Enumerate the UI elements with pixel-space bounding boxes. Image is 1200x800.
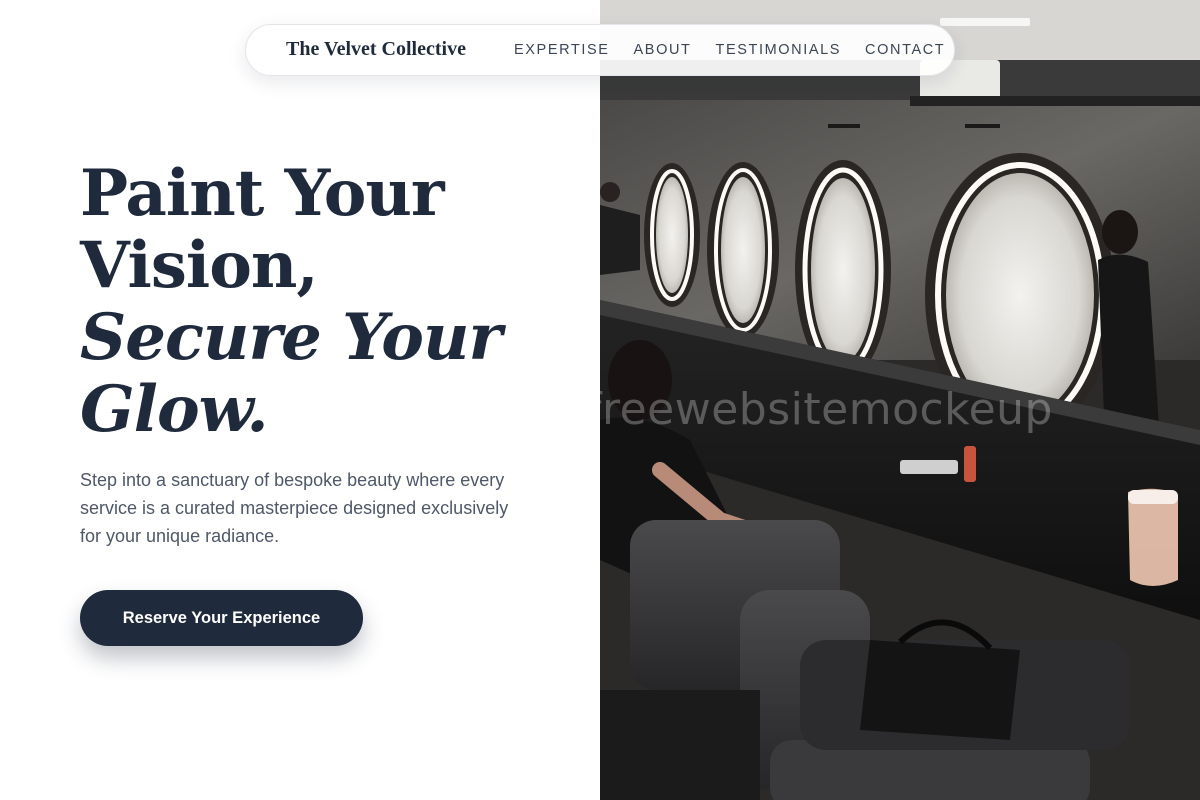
nav-link-contact[interactable]: CONTACT <box>865 42 945 58</box>
nav-link-testimonials[interactable]: TESTIMONIALS <box>715 42 841 58</box>
hero-title-line-2: Vision, <box>80 228 319 303</box>
hero-title: Paint Your Vision, Secure Your Glow. <box>80 156 502 447</box>
hero-title-line-4: Glow. <box>80 372 269 447</box>
image-watermark: freewebsitemockeup <box>600 384 1053 435</box>
hero-subtitle: Step into a sanctuary of bespoke beauty … <box>80 470 509 546</box>
top-navigation: The Velvet Collective EXPERTISE ABOUT TE… <box>245 24 955 76</box>
reserve-experience-button[interactable]: Reserve Your Experience <box>80 590 363 646</box>
nav-link-about[interactable]: ABOUT <box>634 42 692 58</box>
nav-links: EXPERTISE ABOUT TESTIMONIALS CONTACT <box>514 42 945 58</box>
hero-title-line-3: Secure Your <box>80 300 502 375</box>
brand-logo[interactable]: The Velvet Collective <box>286 38 466 61</box>
nav-link-expertise[interactable]: EXPERTISE <box>514 42 610 58</box>
hero-title-line-1: Paint Your <box>80 156 445 231</box>
hero-photo: freewebsitemockeup <box>600 0 1200 800</box>
